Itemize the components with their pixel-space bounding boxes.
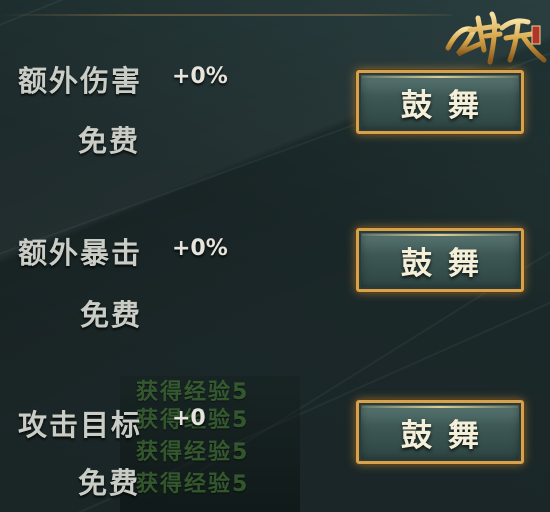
buff-value: +0% [172, 236, 228, 261]
buff-name: 额外伤害 [18, 64, 143, 98]
buff-cost: 免费 [78, 466, 141, 500]
buff-value: +0 [172, 406, 206, 431]
buff-cost: 免费 [78, 124, 141, 158]
top-divider [0, 14, 452, 16]
buff-value: +0% [172, 64, 228, 89]
game-logo [445, 11, 547, 65]
inspire-button-label: 鼓舞 [401, 245, 495, 282]
buff-name: 额外暴击 [18, 236, 143, 270]
floating-messages: 获得经验5 获得经验5 获得经验5 获得经验5 [120, 376, 300, 512]
float-message: 获得经验5 [136, 472, 250, 497]
inspire-button-label: 鼓舞 [401, 417, 495, 454]
inspire-button-target[interactable]: 鼓舞 [356, 400, 524, 464]
inspire-button-label: 鼓舞 [401, 87, 495, 124]
inspire-button-crit[interactable]: 鼓舞 [356, 228, 524, 292]
buff-name: 攻击目标 [18, 408, 143, 442]
buff-cost: 免费 [80, 298, 143, 332]
inspire-button-damage[interactable]: 鼓舞 [356, 70, 524, 134]
float-message: 获得经验5 [136, 440, 250, 465]
